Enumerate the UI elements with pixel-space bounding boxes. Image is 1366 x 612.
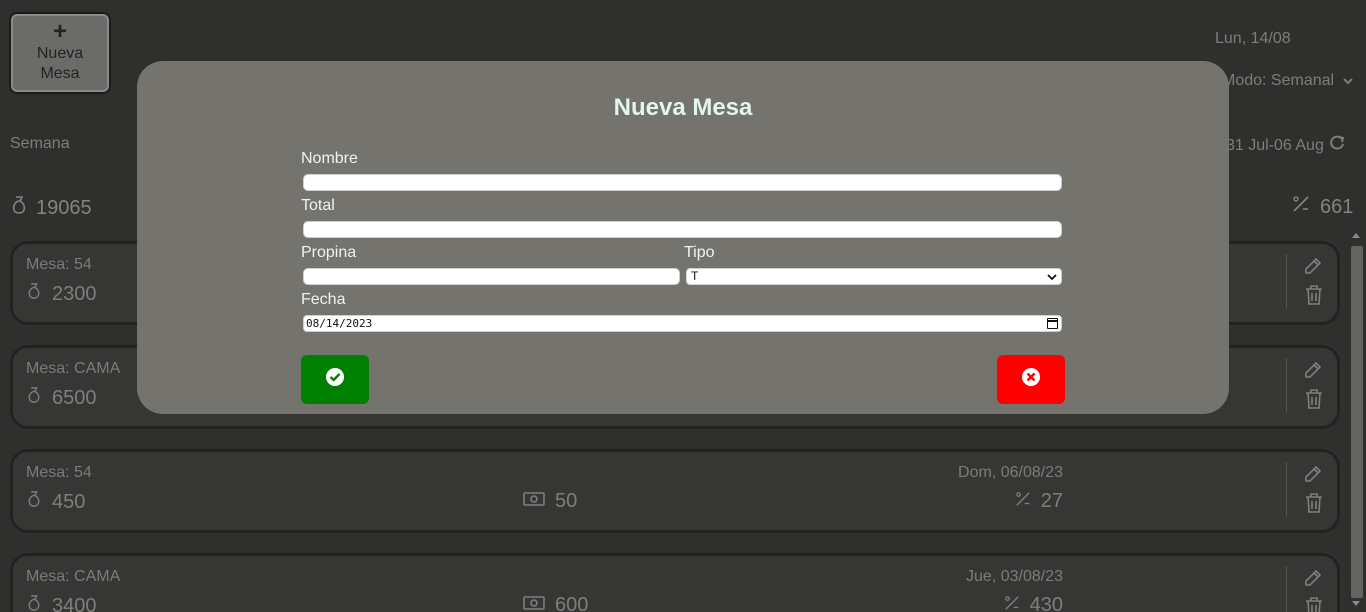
card-percent: 430: [1004, 594, 1063, 612]
new-table-button[interactable]: + Nueva Mesa: [9, 12, 111, 94]
card-amount-value: 450: [52, 490, 86, 513]
plus-icon: +: [52, 18, 67, 45]
scroll-down-arrow-icon[interactable]: [1352, 601, 1360, 606]
card-amount: 2300: [26, 282, 97, 306]
nombre-input[interactable]: [303, 174, 1062, 191]
fecha-label: Fecha: [301, 291, 346, 308]
mesa-label: Mesa: 54: [26, 256, 92, 273]
card-amount-value: 6500: [52, 386, 97, 409]
current-date: Lun, 14/08: [1215, 30, 1291, 47]
divider: [1286, 358, 1287, 412]
refresh-icon[interactable]: [1328, 134, 1346, 157]
total-input[interactable]: [303, 221, 1062, 238]
calendar-icon[interactable]: [1047, 318, 1058, 329]
card-amount: 450: [26, 490, 85, 514]
scroll-up-arrow-icon[interactable]: [1352, 233, 1360, 238]
card-amount-value: 2300: [52, 282, 97, 305]
mode-value: Semanal: [1270, 72, 1335, 89]
percent-icon: [1015, 490, 1031, 513]
money-bag-icon: [26, 594, 42, 612]
card-amount: 3400: [26, 594, 97, 612]
percent-icon: [1004, 594, 1020, 612]
new-table-modal: Nueva Mesa Nombre Total Propina Tipo T F…: [137, 61, 1229, 414]
money-bag-icon: [26, 282, 42, 306]
total-amount: 19065: [10, 195, 92, 221]
cancel-button[interactable]: [997, 355, 1065, 404]
new-table-label-line1: Nueva: [36, 45, 84, 62]
money-bag-icon: [26, 386, 42, 410]
period-range: 31 Jul-06 Aug: [1226, 134, 1346, 157]
card-date: Dom, 06/08/23: [958, 464, 1063, 481]
card-percent: 27: [1015, 490, 1063, 513]
propina-input[interactable]: [303, 268, 680, 285]
fecha-input-value: 08/14/2023: [306, 317, 373, 330]
trash-icon[interactable]: [1303, 596, 1325, 612]
card-percent-value: 27: [1040, 490, 1063, 512]
mode-selector[interactable]: Modo: Semanal: [1222, 72, 1353, 90]
trash-icon[interactable]: [1303, 284, 1325, 311]
scrollbar-thumb[interactable]: [1351, 246, 1363, 598]
card-date: Jue, 03/08/23: [966, 568, 1063, 585]
edit-icon[interactable]: [1303, 360, 1323, 385]
trash-icon[interactable]: [1303, 492, 1325, 519]
card-tip: 600: [523, 594, 588, 612]
edit-icon[interactable]: [1303, 256, 1323, 281]
chevron-down-icon: [1047, 269, 1057, 285]
card-tip: 50: [523, 490, 577, 513]
percent-icon: [1292, 195, 1310, 219]
x-circle-icon: [1021, 367, 1041, 392]
divider: [1286, 254, 1287, 308]
period-range-text: 31 Jul-06 Aug: [1226, 136, 1324, 154]
banknote-icon: [523, 594, 545, 612]
card-tip-value: 50: [555, 490, 578, 512]
list-item[interactable]: Mesa: 54 450 50 Dom, 06/08/23 27: [10, 449, 1340, 533]
money-bag-icon: [26, 490, 42, 514]
divider: [1286, 462, 1287, 516]
mesa-label: Mesa: CAMA: [26, 360, 121, 377]
new-table-label-line2: Mesa: [40, 65, 80, 82]
confirm-button[interactable]: [301, 355, 369, 404]
divider: [1286, 566, 1287, 612]
card-percent-value: 430: [1029, 594, 1063, 612]
chevron-down-icon: [1342, 72, 1353, 90]
edit-icon[interactable]: [1303, 464, 1323, 489]
mesa-label: Mesa: CAMA: [26, 568, 121, 585]
tipo-select-value: T: [691, 269, 699, 283]
card-amount: 6500: [26, 386, 97, 410]
period-label: Semana: [10, 135, 70, 152]
mesa-label: Mesa: 54: [26, 464, 92, 481]
check-circle-icon: [325, 367, 345, 392]
card-tip-value: 600: [555, 594, 589, 612]
card-amount-value: 3400: [52, 594, 97, 612]
fecha-input[interactable]: 08/14/2023: [303, 315, 1062, 332]
total-percent: 661: [1292, 195, 1353, 219]
total-amount-value: 19065: [36, 196, 92, 219]
tipo-select[interactable]: T: [686, 268, 1062, 285]
trash-icon[interactable]: [1303, 388, 1325, 415]
banknote-icon: [523, 490, 545, 513]
money-bag-icon: [10, 195, 28, 221]
edit-icon[interactable]: [1303, 568, 1323, 593]
tipo-label: Tipo: [684, 244, 715, 261]
modal-title: Nueva Mesa: [613, 94, 753, 121]
total-percent-value: 661: [1320, 195, 1354, 218]
propina-label: Propina: [301, 244, 357, 261]
list-item[interactable]: Mesa: CAMA 3400 600 Jue, 03/08/23 430: [10, 553, 1340, 612]
total-label: Total: [301, 197, 335, 214]
nombre-label: Nombre: [301, 150, 358, 167]
